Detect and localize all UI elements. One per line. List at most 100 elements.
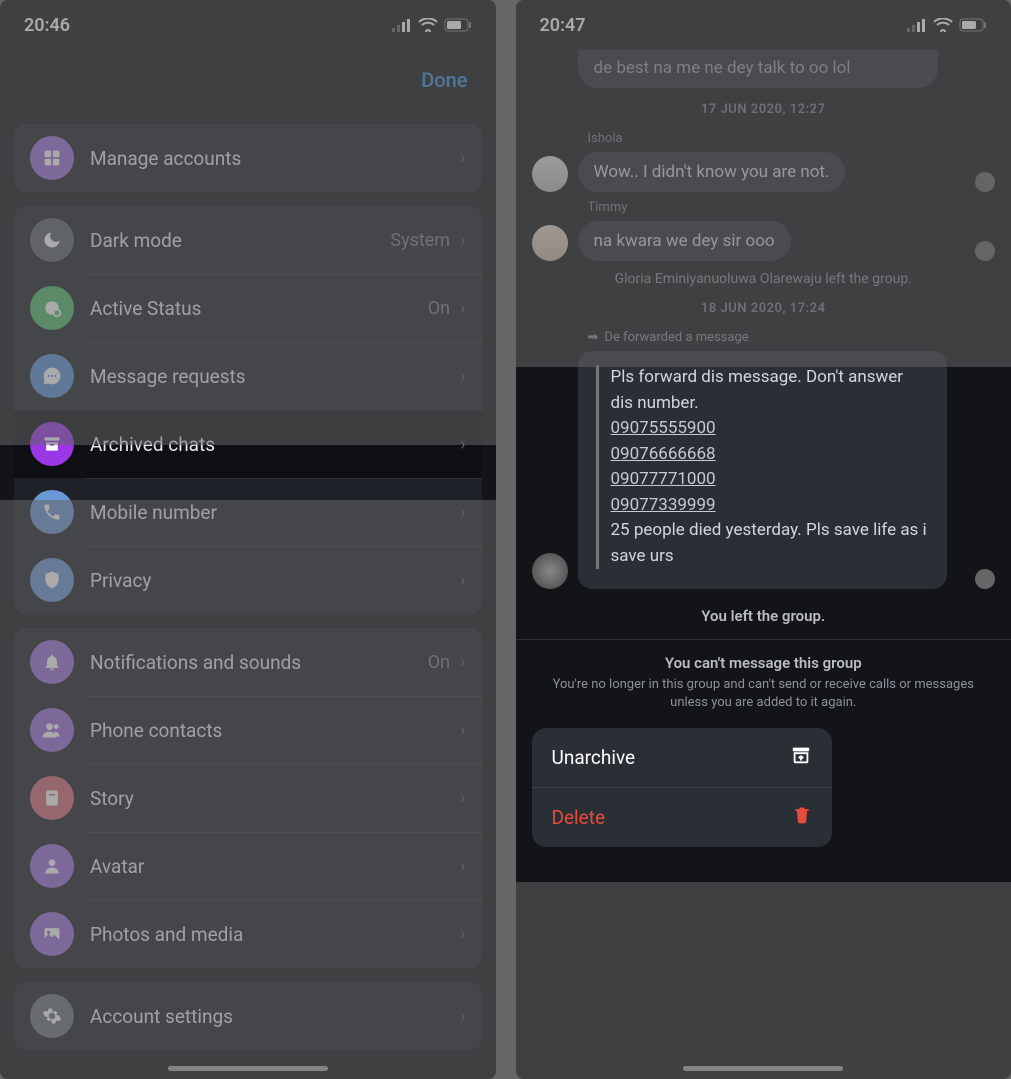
forwarded-text: De forwarded a message: [604, 330, 748, 345]
date-divider: 17 JUN 2020, 12:27: [532, 102, 996, 117]
shield-icon: [30, 558, 74, 602]
system-message: Gloria Eminiyanuoluwa Olarewaju left the…: [532, 271, 996, 287]
action-delete[interactable]: Delete: [532, 787, 832, 847]
action-unarchive[interactable]: Unarchive: [532, 728, 832, 787]
message-bubble[interactable]: Wow.. I didn't know you are not.: [578, 152, 846, 192]
read-receipt-avatar: [975, 569, 995, 589]
forward-arrow-icon: ➡: [588, 330, 599, 345]
row-active-status[interactable]: Active Status On ›: [14, 274, 482, 342]
row-label: Avatar: [90, 855, 460, 878]
phone-screenshot-left: 20:46 Done Manage accounts ›: [0, 0, 496, 1079]
row-mobile-number[interactable]: Mobile number ›: [14, 478, 482, 546]
settings-header: Done: [0, 50, 496, 110]
action-label: Unarchive: [552, 746, 636, 769]
message-text: na kwara we dey sir ooo: [594, 231, 775, 251]
cellular-icon: [392, 18, 412, 32]
moon-icon: [30, 218, 74, 262]
row-label: Active Status: [90, 297, 428, 320]
row-manage-accounts[interactable]: Manage accounts ›: [14, 124, 482, 192]
phone-number-link[interactable]: 09077339999: [611, 493, 930, 519]
context-menu: Unarchive Delete: [532, 728, 832, 847]
message-text: de best na me ne dey talk to oo lol: [594, 58, 851, 78]
chevron-right-icon: ›: [460, 788, 465, 809]
message-row: Pls forward dis message. Don't answer di…: [532, 351, 996, 589]
message-text: Pls forward dis message. Don't answer di…: [611, 367, 904, 413]
read-receipt-avatar: [975, 241, 995, 261]
message-bubble-forwarded[interactable]: Pls forward dis message. Don't answer di…: [578, 351, 948, 589]
divider: [516, 639, 1011, 640]
avatar[interactable]: [532, 156, 568, 192]
status-icon: [30, 286, 74, 330]
dim-overlay: [516, 882, 1011, 1079]
chevron-right-icon: ›: [460, 148, 465, 169]
date-divider: 18 JUN 2020, 17:24: [532, 301, 996, 316]
wifi-icon: [418, 18, 438, 32]
row-dark-mode[interactable]: Dark mode System ›: [14, 206, 482, 274]
message-bubble-truncated[interactable]: de best na me ne dey talk to oo lol: [578, 50, 938, 88]
chevron-right-icon: ›: [460, 856, 465, 877]
sender-name: Ishola: [588, 131, 996, 146]
row-message-requests[interactable]: Message requests ›: [14, 342, 482, 410]
message-bubble[interactable]: na kwara we dey sir ooo: [578, 221, 791, 261]
system-message: You left the group.: [532, 607, 996, 625]
bell-icon: [30, 640, 74, 684]
chevron-right-icon: ›: [460, 366, 465, 387]
settings-section: Account settings ›: [14, 982, 482, 1050]
row-avatar[interactable]: Avatar ›: [14, 832, 482, 900]
message-text: 25 people died yesterday. Pls save life …: [611, 520, 927, 566]
row-label: Dark mode: [90, 229, 390, 252]
row-label: Privacy: [90, 569, 460, 592]
row-story[interactable]: Story ›: [14, 764, 482, 832]
row-label: Photos and media: [90, 923, 460, 946]
read-receipt-avatar: [975, 172, 995, 192]
archive-icon: [30, 422, 74, 466]
home-indicator[interactable]: [683, 1066, 843, 1071]
row-label: Mobile number: [90, 501, 460, 524]
row-value: On: [428, 652, 450, 673]
phone-number-link[interactable]: 09077771000: [611, 467, 930, 493]
chevron-right-icon: ›: [460, 502, 465, 523]
row-value: On: [428, 298, 450, 319]
unarchive-icon: [790, 744, 812, 771]
status-time: 20:47: [540, 15, 586, 36]
gear-icon: [30, 994, 74, 1038]
chevron-right-icon: ›: [460, 924, 465, 945]
chevron-right-icon: ›: [460, 570, 465, 591]
avatar[interactable]: [532, 225, 568, 261]
phone-number-link[interactable]: 09075555900: [611, 416, 930, 442]
status-bar: 20:46: [0, 0, 496, 50]
row-phone-contacts[interactable]: Phone contacts ›: [14, 696, 482, 764]
blocked-body: You're no longer in this group and can't…: [552, 676, 976, 712]
forwarded-note: ➡ De forwarded a message: [588, 330, 996, 345]
phone-screenshot-right: 20:47 de best na me ne dey talk to oo lo…: [516, 0, 1011, 1079]
wifi-icon: [933, 18, 953, 32]
chevron-right-icon: ›: [460, 230, 465, 251]
blocked-banner: You can't message this group You're no l…: [532, 654, 996, 712]
settings-section: Notifications and sounds On › Phone cont…: [14, 628, 482, 968]
row-photos-media[interactable]: Photos and media ›: [14, 900, 482, 968]
row-label: Manage accounts: [90, 147, 460, 170]
phone-number-link[interactable]: 09076666668: [611, 442, 930, 468]
photo-icon: [30, 912, 74, 956]
row-archived-chats[interactable]: Archived chats ›: [14, 410, 482, 478]
row-label: Phone contacts: [90, 719, 460, 742]
settings-section: Manage accounts ›: [14, 124, 482, 192]
story-icon: [30, 776, 74, 820]
home-indicator[interactable]: [168, 1066, 328, 1071]
row-privacy[interactable]: Privacy ›: [14, 546, 482, 614]
avatar[interactable]: [532, 553, 568, 589]
row-label: Message requests: [90, 365, 460, 388]
cellular-icon: [907, 18, 927, 32]
message-row: Wow.. I didn't know you are not.: [532, 152, 996, 192]
row-value: System: [390, 230, 450, 251]
chevron-right-icon: ›: [460, 298, 465, 319]
done-button[interactable]: Done: [421, 68, 467, 92]
row-label: Archived chats: [90, 433, 460, 456]
chevron-right-icon: ›: [460, 652, 465, 673]
status-bar: 20:47: [516, 0, 1011, 50]
sender-name: Timmy: [588, 200, 996, 215]
blocked-title: You can't message this group: [552, 654, 976, 672]
row-account-settings[interactable]: Account settings ›: [14, 982, 482, 1050]
battery-icon: [959, 18, 987, 32]
row-notifications[interactable]: Notifications and sounds On ›: [14, 628, 482, 696]
